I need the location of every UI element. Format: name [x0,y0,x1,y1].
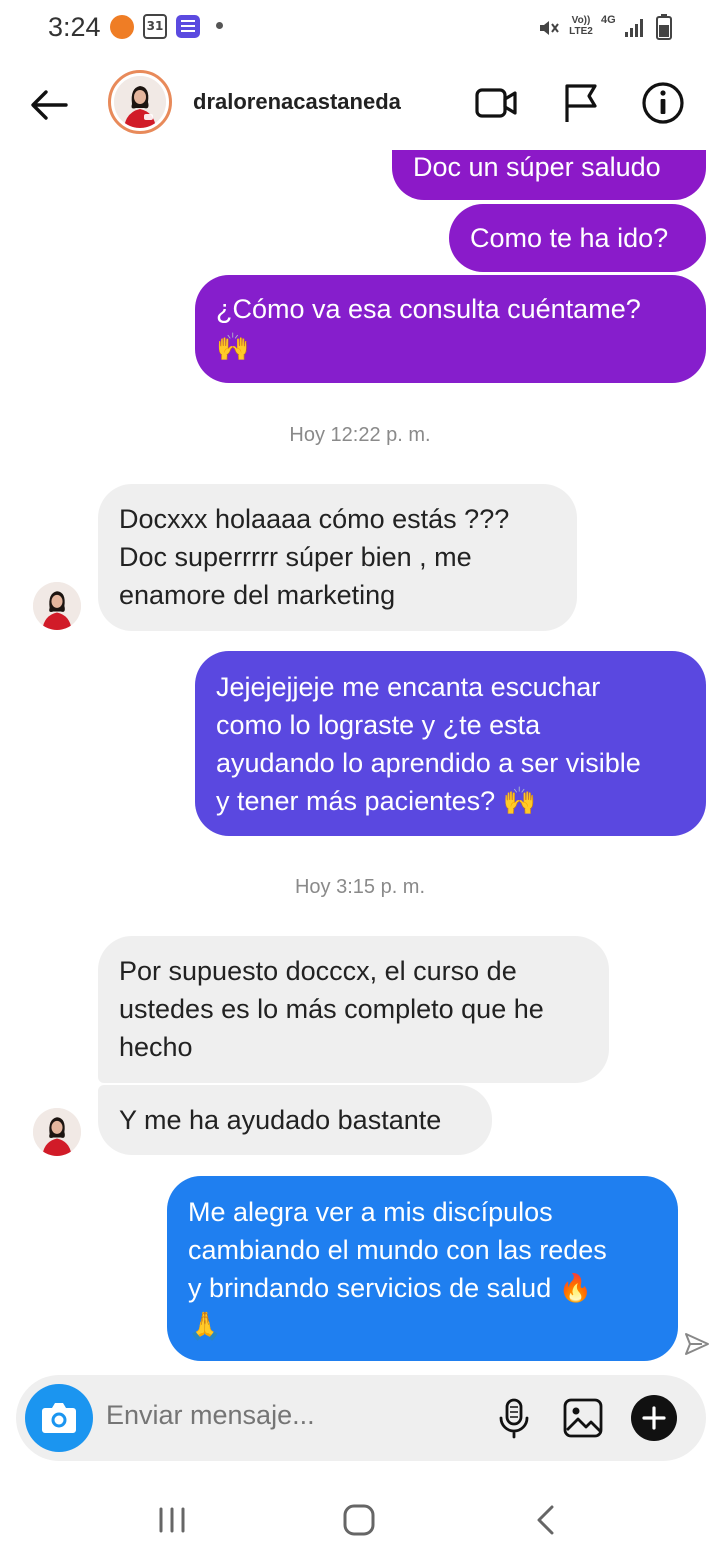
network-type: 4G [601,14,616,26]
message-text: hecho [119,1032,193,1062]
chat-username[interactable]: dralorenacastaneda [193,89,401,115]
avatar-portrait-icon [33,582,81,630]
list-app-icon [176,15,200,38]
back-icon[interactable] [527,1500,567,1540]
sent-status-icon [685,1333,709,1355]
system-navigation-bar [0,1478,720,1560]
message-text: Me alegra ver a mis discípulos [188,1197,553,1227]
message-composer [16,1375,706,1461]
outgoing-message[interactable]: Jejejejjeje me encanta escuchar como lo … [195,651,706,836]
volte-indicator: Vo)) LTE2 [569,15,593,37]
flag-icon[interactable] [557,80,603,126]
more-notifications-dot-icon [216,22,223,29]
avatar-portrait-icon [114,76,166,128]
message-text: 🙏 [188,1311,222,1341]
info-icon[interactable] [640,80,686,126]
signal-icon [625,19,643,37]
message-text: Y me ha ayudado bastante [119,1105,442,1135]
outgoing-message[interactable]: ¿Cómo va esa consulta cuéntame? 🙌 [195,275,706,383]
status-bar: 3:24 31 Vo)) LTE2 4G [0,0,720,56]
outgoing-message[interactable]: Me alegra ver a mis discípulos cambiando… [167,1176,678,1361]
message-text: y tener más pacientes? 🙌 [216,786,537,816]
outgoing-message[interactable]: Doc un súper saludo [392,150,706,200]
back-arrow-icon[interactable] [26,82,72,128]
message-text: cambiando el mundo con las redes [188,1235,607,1265]
outgoing-message[interactable]: Como te ha ido? [449,204,706,272]
mute-icon [540,21,559,35]
recent-apps-icon[interactable] [152,1500,192,1540]
camera-button[interactable] [25,1384,93,1452]
message-text: como lo lograste y ¿te esta [216,710,541,740]
plus-button[interactable] [631,1395,677,1441]
profile-avatar[interactable] [108,70,172,134]
message-text: Doc un súper saludo [413,152,661,182]
message-text: ayudando lo aprendido a ser visible [216,748,641,778]
video-call-icon[interactable] [473,80,519,126]
status-time: 3:24 [48,12,101,42]
message-text: 🙌 [216,332,250,362]
sender-avatar[interactable] [33,582,81,630]
calendar-icon: 31 [143,14,167,39]
message-input[interactable] [106,1400,486,1431]
home-icon[interactable] [339,1500,379,1540]
message-text: y brindando servicios de salud 🔥 [188,1273,593,1303]
message-text: Jejejejjeje me encanta escuchar [216,672,601,702]
camera-icon [42,1403,76,1433]
message-text: Como te ha ido? [470,223,669,253]
avatar-portrait-icon [33,1108,81,1156]
battery-icon [656,14,672,40]
incoming-message[interactable]: Y me ha ayudado bastante [98,1085,492,1155]
incoming-message[interactable]: Docxxx holaaaa cómo estás ??? Doc superr… [98,484,577,631]
message-text: ustedes es lo más completo que he [119,994,544,1024]
message-text: Por supuesto docccx, el curso de [119,956,517,986]
message-text: Docxxx holaaaa cómo estás ??? [119,504,510,534]
message-text: enamore del marketing [119,580,396,610]
chat-header: dralorenacastaneda [0,56,720,150]
incoming-message[interactable]: Por supuesto docccx, el curso de ustedes… [98,936,609,1083]
notification-dot-icon [110,15,134,39]
gallery-icon[interactable] [561,1396,605,1440]
message-text: ¿Cómo va esa consulta cuéntame? [216,294,641,324]
message-timestamp: Hoy 12:22 p. m. [289,424,431,446]
plus-icon [642,1406,666,1430]
message-text: Doc superrrrr súper bien , me [119,542,472,572]
message-thread[interactable]: Doc un súper saludo Como te ha ido? ¿Cóm… [0,150,720,1372]
message-timestamp: Hoy 3:15 p. m. [294,876,426,898]
microphone-icon[interactable] [492,1396,536,1440]
sender-avatar[interactable] [33,1108,81,1156]
